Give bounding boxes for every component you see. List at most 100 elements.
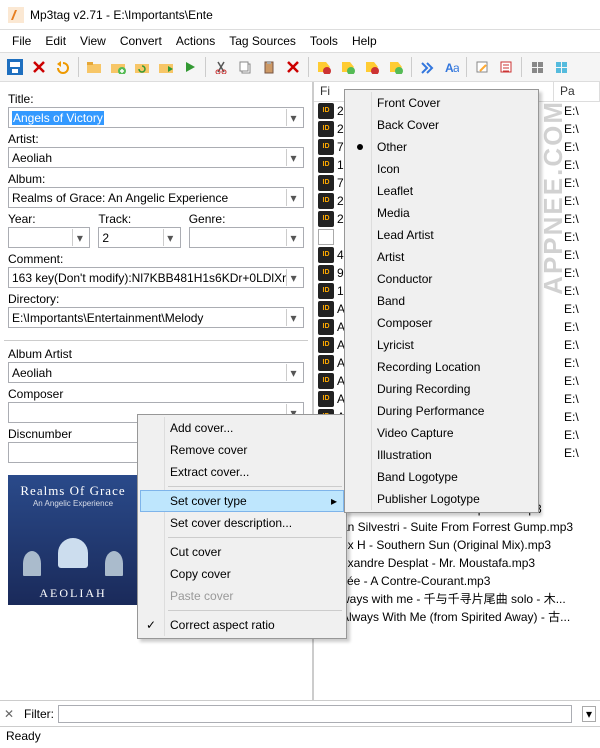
- cover-type-option[interactable]: Band: [347, 290, 536, 312]
- title-label: Title:: [8, 92, 304, 106]
- menubar: File Edit View Convert Actions Tag Sourc…: [0, 30, 600, 52]
- ctx-set-cover-description[interactable]: Set cover description...: [140, 512, 344, 534]
- dropdown-arrow-icon[interactable]: ▾: [286, 269, 300, 286]
- paste-button[interactable]: [258, 56, 280, 78]
- cover-type-option[interactable]: Recording Location: [347, 356, 536, 378]
- filter-input[interactable]: [58, 705, 572, 723]
- table-row[interactable]: IDAlways With Me (from Spirited Away) - …: [318, 608, 600, 626]
- cover-type-option[interactable]: During Recording: [347, 378, 536, 400]
- albumartist-value: Aeoliah: [12, 366, 52, 380]
- mp3-icon: ID: [318, 175, 334, 191]
- cover-type-option[interactable]: Band Logotype: [347, 466, 536, 488]
- quick-action-button[interactable]: Aa: [440, 56, 462, 78]
- cover-type-option[interactable]: Composer: [347, 312, 536, 334]
- ctx-extract-cover[interactable]: Extract cover...: [140, 461, 344, 483]
- path-cell: E:\: [560, 426, 600, 444]
- menu-tools[interactable]: Tools: [304, 32, 344, 50]
- cover-art[interactable]: Realms Of Grace An Angelic Experience AE…: [8, 475, 138, 605]
- ctx-remove-cover[interactable]: Remove cover: [140, 439, 344, 461]
- dropdown-arrow-icon[interactable]: ▾: [286, 189, 300, 206]
- grid1-button[interactable]: [526, 56, 548, 78]
- table-row[interactable]: IDex H - Southern Sun (Original Mix).mp3: [318, 536, 600, 554]
- cover-type-option[interactable]: Front Cover: [347, 92, 536, 114]
- tag4-button[interactable]: [385, 56, 407, 78]
- track-combo[interactable]: 2▾: [98, 227, 180, 248]
- mp3-icon: ID: [318, 373, 334, 389]
- list-button[interactable]: [495, 56, 517, 78]
- dropdown-arrow-icon[interactable]: ▾: [72, 229, 86, 246]
- menu-view[interactable]: View: [74, 32, 112, 50]
- refresh-button[interactable]: [131, 56, 153, 78]
- actions-button[interactable]: [416, 56, 438, 78]
- cover-type-option[interactable]: Artist: [347, 246, 536, 268]
- play-folder-button[interactable]: [155, 56, 177, 78]
- save-button[interactable]: [4, 56, 26, 78]
- delete-tag-button[interactable]: [282, 56, 304, 78]
- folder-add-button[interactable]: [107, 56, 129, 78]
- table-row[interactable]: IDways with me - 千与千寻片尾曲 solo - 木...: [318, 590, 600, 608]
- genre-combo[interactable]: ▾: [189, 227, 304, 248]
- cover-type-option[interactable]: Lead Artist: [347, 224, 536, 246]
- dropdown-arrow-icon[interactable]: ▾: [286, 229, 300, 246]
- menu-actions[interactable]: Actions: [170, 32, 221, 50]
- delete-button[interactable]: [28, 56, 50, 78]
- play-button[interactable]: [179, 56, 201, 78]
- dropdown-arrow-icon[interactable]: ▾: [286, 309, 300, 326]
- col-path[interactable]: Pa: [554, 82, 600, 101]
- cover-type-option[interactable]: Icon: [347, 158, 536, 180]
- cut-button[interactable]: [210, 56, 232, 78]
- table-row[interactable]: IDzée - A Contre-Courant.mp3: [318, 572, 600, 590]
- edit-button[interactable]: [471, 56, 493, 78]
- file-name-cell: zée - A Contre-Courant.mp3: [341, 574, 600, 588]
- dropdown-arrow-icon[interactable]: ▾: [286, 109, 300, 126]
- table-row[interactable]: IDan Silvestri - Suite From Forrest Gump…: [318, 518, 600, 536]
- file-icon: [318, 229, 334, 245]
- filter-dropdown-icon[interactable]: ▾: [582, 706, 596, 722]
- check-icon: ✓: [146, 618, 156, 632]
- dropdown-arrow-icon[interactable]: ▾: [163, 229, 177, 246]
- year-combo[interactable]: ▾: [8, 227, 90, 248]
- artist-combo[interactable]: Aeoliah▾: [8, 147, 304, 168]
- cover-type-option[interactable]: Illustration: [347, 444, 536, 466]
- menu-file[interactable]: File: [6, 32, 37, 50]
- file-name-cell: an Silvestri - Suite From Forrest Gump.m…: [341, 520, 600, 534]
- comment-label: Comment:: [8, 252, 304, 266]
- comment-combo[interactable]: 163 key(Don't modify):Nl7KBB481H1s6KDr+0…: [8, 267, 304, 288]
- mp3-icon: ID: [318, 157, 334, 173]
- tag3-button[interactable]: [361, 56, 383, 78]
- menu-edit[interactable]: Edit: [39, 32, 72, 50]
- undo-button[interactable]: [52, 56, 74, 78]
- folder-open-button[interactable]: [83, 56, 105, 78]
- ctx-correct-aspect[interactable]: ✓Correct aspect ratio: [140, 614, 344, 636]
- cover-type-option[interactable]: Back Cover: [347, 114, 536, 136]
- cover-type-option[interactable]: Media: [347, 202, 536, 224]
- title-combo[interactable]: Angels of Victory▾: [8, 107, 304, 128]
- menu-tagsources[interactable]: Tag Sources: [223, 32, 302, 50]
- ctx-add-cover[interactable]: Add cover...: [140, 417, 344, 439]
- album-combo[interactable]: Realms of Grace: An Angelic Experience ▾: [8, 187, 304, 208]
- menu-help[interactable]: Help: [346, 32, 383, 50]
- menu-convert[interactable]: Convert: [114, 32, 168, 50]
- dropdown-arrow-icon[interactable]: ▾: [286, 149, 300, 166]
- tag2-button[interactable]: [337, 56, 359, 78]
- cover-type-option[interactable]: During Performance: [347, 400, 536, 422]
- table-row[interactable]: IDexandre Desplat - Mr. Moustafa.mp3: [318, 554, 600, 572]
- ctx-set-cover-type[interactable]: Set cover type▸: [140, 490, 344, 512]
- cover-type-option[interactable]: Lyricist: [347, 334, 536, 356]
- copy-button[interactable]: [234, 56, 256, 78]
- cover-type-option[interactable]: Conductor: [347, 268, 536, 290]
- ctx-copy-cover[interactable]: Copy cover: [140, 563, 344, 585]
- grid2-button[interactable]: [550, 56, 572, 78]
- cover-type-option[interactable]: Video Capture: [347, 422, 536, 444]
- dropdown-arrow-icon[interactable]: ▾: [286, 364, 300, 381]
- cover-type-option[interactable]: Publisher Logotype: [347, 488, 536, 510]
- directory-combo[interactable]: E:\Importants\Entertainment\Melody▾: [8, 307, 304, 328]
- cover-type-option[interactable]: Leaflet: [347, 180, 536, 202]
- clear-filter-button[interactable]: ✕: [4, 707, 20, 721]
- ctx-cut-cover[interactable]: Cut cover: [140, 541, 344, 563]
- tag1-button[interactable]: [313, 56, 335, 78]
- albumartist-combo[interactable]: Aeoliah ▾: [8, 362, 304, 383]
- track-label: Track:: [98, 212, 180, 226]
- cover-type-option[interactable]: Other: [347, 136, 536, 158]
- album-value: Realms of Grace: An Angelic Experience: [12, 191, 228, 205]
